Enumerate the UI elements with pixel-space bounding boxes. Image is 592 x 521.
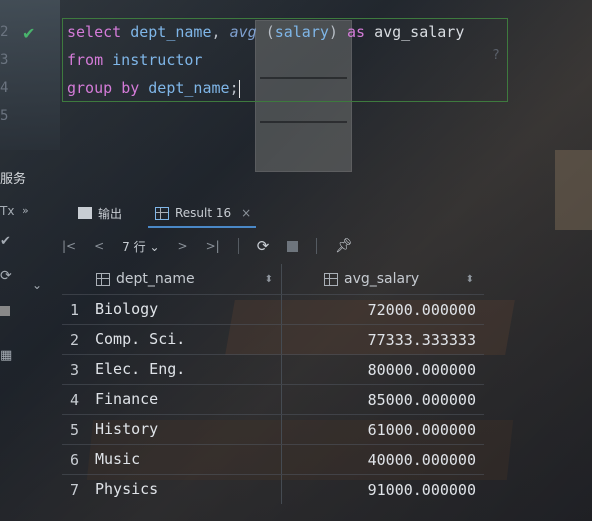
cell-dept-name[interactable]: Comp. Sci. [92,325,282,354]
cell-dept-name[interactable]: Finance [92,385,282,414]
cell-dept-name[interactable]: Elec. Eng. [92,355,282,384]
cell-avg-salary[interactable]: 80000.000000 [282,361,482,379]
checkmark-icon[interactable]: ✔ [0,234,11,249]
cell-avg-salary[interactable]: 91000.000000 [282,481,482,499]
text-caret [238,79,240,98]
pin-tab-icon[interactable]: 📌︎ [335,238,353,254]
punctuation: ( [265,23,275,41]
function-name: avg [229,23,257,41]
code-line-2: from instructor [67,46,464,74]
punctuation: ; [229,79,239,97]
line-number: 3 [0,52,9,68]
next-page-icon[interactable]: > [178,239,188,253]
keyword: group [67,79,113,97]
table-row[interactable]: 2 Comp. Sci. 77333.333333 [62,324,484,354]
first-page-icon[interactable]: |< [62,239,76,253]
table-header: dept_name ⬍ avg_salary ⬍ [62,264,484,294]
cell-dept-name[interactable]: Music [92,445,282,474]
line-number: 5 [0,108,9,124]
alias: avg_salary [374,23,465,41]
chevron-down-icon: ⌄ [149,239,160,254]
column-header-dept-name[interactable]: dept_name ⬍ [62,264,282,294]
identifier: dept_name [130,23,212,41]
layout-grid-icon[interactable]: ▦ [0,348,12,363]
close-tab-icon[interactable]: × [241,206,251,220]
line-number: 2 [0,24,9,40]
result-table[interactable]: dept_name ⬍ avg_salary ⬍ 1 Biology 72000.0… [62,264,484,504]
console-output-icon [78,207,92,219]
table-row[interactable]: 6 Music 40000.000000 [62,444,484,474]
identifier: dept_name [148,79,230,97]
row-count-selector[interactable]: 7 行 ⌄ [122,238,159,255]
result-grid-toolbar: |< < 7 行 ⌄ > >| ⟳ 📌︎ [62,232,353,260]
column-icon [96,272,110,286]
active-tab-indicator [148,226,256,228]
keyword: as [346,23,366,41]
cell-avg-salary[interactable]: 77333.333333 [282,331,482,349]
ghost-hint: ? [492,48,500,63]
keyword: select [67,23,122,41]
execution-success-check-icon: ✔ [22,24,36,43]
column-icon [324,272,338,286]
row-number: 1 [70,300,80,319]
toolbar-separator [316,238,318,254]
code-line-1: select dept_name, avg (salary) as avg_sa… [67,18,464,46]
punctuation: ) [328,23,338,41]
last-page-icon[interactable]: >| [206,239,220,253]
column-header-label: dept_name [116,271,195,287]
row-number: 5 [70,420,80,439]
cell-dept-name[interactable]: Physics [92,475,282,504]
row-count-label: 7 行 [122,239,146,254]
chevron-down-icon[interactable]: ⌄ [32,278,42,292]
cell-avg-salary[interactable]: 61000.000000 [282,421,482,439]
row-number: 7 [70,480,80,499]
keyword: from [67,51,104,69]
table-row[interactable]: 3 Elec. Eng. 80000.000000 [62,354,484,384]
row-number: 4 [70,390,80,409]
cell-dept-name[interactable]: Biology [92,295,282,324]
refresh-icon[interactable]: ⟳ [0,268,12,284]
identifier: salary [274,23,329,41]
collapse-all-icon[interactable]: » [22,204,29,217]
tab-result[interactable]: Result 16 × [155,202,251,224]
sort-icon[interactable]: ⬍ [265,274,273,285]
cell-dept-name[interactable]: History [92,415,282,444]
keyword: by [121,79,140,97]
column-header-avg-salary[interactable]: avg_salary ⬍ [282,264,482,294]
cell-avg-salary[interactable]: 40000.000000 [282,451,482,469]
tab-result-label: Result 16 [175,206,232,220]
stop-icon[interactable] [287,240,299,252]
services-tree-rail: Tx » ✔ ⟳ ⌄ ▦ [0,198,58,521]
stop-icon[interactable] [0,306,10,316]
table-row[interactable]: 1 Biology 72000.000000 [62,294,484,324]
code-line-3: group by dept_name; [67,74,464,102]
refresh-icon[interactable]: ⟳ [257,237,270,255]
table-row[interactable]: 7 Physics 91000.000000 [62,474,484,504]
punctuation: , [211,23,221,41]
transaction-mode-icon[interactable]: Tx [0,204,14,218]
line-number: 4 [0,80,9,96]
row-number: 6 [70,450,80,469]
sql-editor[interactable]: 2 3 4 5 ✔ select dept_name, avg (salary)… [0,0,592,160]
tab-output[interactable]: 输出 [78,202,122,224]
identifier: instructor [112,51,203,69]
table-grid-icon [155,206,169,220]
sql-code[interactable]: select dept_name, avg (salary) as avg_sa… [67,18,464,102]
previous-page-icon[interactable]: < [94,239,104,253]
sort-icon[interactable]: ⬍ [466,274,474,285]
cell-avg-salary[interactable]: 72000.000000 [282,301,482,319]
tab-output-label: 输出 [98,206,123,221]
row-number: 2 [70,330,80,349]
cell-avg-salary[interactable]: 85000.000000 [282,391,482,409]
table-row[interactable]: 5 History 61000.000000 [62,414,484,444]
services-panel-title: 服务 [0,172,27,187]
row-number: 3 [70,360,80,379]
column-header-label: avg_salary [344,271,420,287]
table-row[interactable]: 4 Finance 85000.000000 [62,384,484,414]
background-board [555,150,592,230]
line-number-gutter: 2 3 4 5 [0,18,14,130]
toolbar-separator [237,238,239,254]
